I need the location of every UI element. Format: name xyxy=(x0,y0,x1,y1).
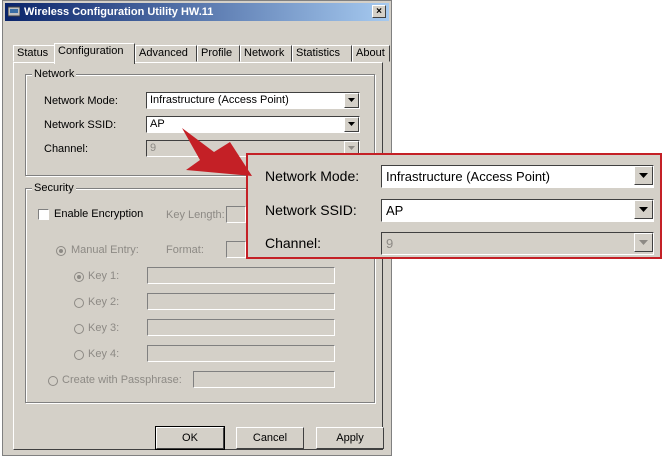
callout-arrow xyxy=(182,128,252,176)
tab-configuration[interactable]: Configuration xyxy=(54,43,135,64)
